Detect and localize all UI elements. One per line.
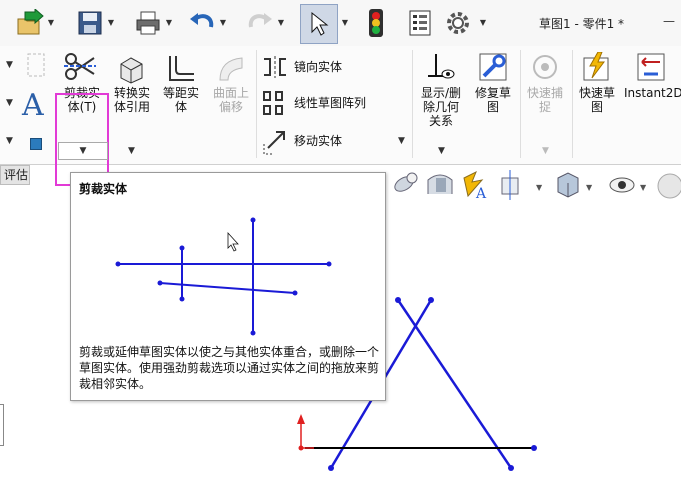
offset-surface-label-line1: 曲面上 <box>212 86 249 100</box>
redo-icon[interactable] <box>244 6 276 40</box>
side-panel-edge <box>0 404 4 446</box>
ribbon-separator <box>520 50 521 158</box>
repair-sketch-line2: 图 <box>486 100 499 114</box>
chevron-down-icon[interactable]: ▼ <box>164 18 174 28</box>
offset-entities-icon[interactable] <box>166 54 196 88</box>
options-icon[interactable] <box>442 6 474 40</box>
sketch-fixed-line[interactable] <box>305 445 537 451</box>
ribbon-separator <box>572 50 573 158</box>
sketch-line[interactable] <box>395 297 514 471</box>
quick-snaps-label[interactable]: 快速捕 捉 <box>522 86 568 114</box>
chevron-down-icon[interactable]: ▼ <box>46 18 56 28</box>
chevron-down-icon[interactable]: ▼ <box>542 146 549 156</box>
display-relations-icon[interactable] <box>424 52 456 88</box>
repair-sketch-line1: 修复草 <box>474 86 511 100</box>
chevron-down-icon[interactable]: ▼ <box>438 146 445 156</box>
chevron-down-icon[interactable]: ▼ <box>218 18 228 28</box>
minimize-button[interactable]: — <box>663 14 675 28</box>
offset-on-surface-label[interactable]: 曲面上 偏移 <box>208 86 254 114</box>
text-icon[interactable]: A <box>22 88 44 123</box>
quick-snaps-icon[interactable] <box>530 52 560 86</box>
repair-sketch-label[interactable]: 修复草 图 <box>470 86 516 114</box>
convert-label-line1: 转换实 <box>113 86 150 100</box>
move-entities-label[interactable]: 移动实体 <box>294 134 342 148</box>
chevron-down-icon[interactable]: ▼ <box>6 98 13 108</box>
select-icon[interactable] <box>300 4 338 44</box>
offset-on-surface-icon[interactable] <box>216 54 246 88</box>
move-entities-icon[interactable] <box>262 130 288 160</box>
rapid-sketch-line2: 图 <box>590 100 603 114</box>
trim-entities-tooltip: 剪裁实体 剪裁或延伸草图实体以使之与其他实体重合，或删除一个草图实体。使用强劲剪… <box>70 172 386 401</box>
chevron-down-icon[interactable]: ▼ <box>478 18 488 28</box>
quick-snaps-line1: 快速捕 <box>526 86 563 100</box>
mirror-entities-label[interactable]: 镜向实体 <box>294 60 342 74</box>
display-relations-line1: 显示/删 <box>420 86 462 100</box>
convert-entities-icon[interactable] <box>116 54 146 88</box>
convert-label-line2: 体引用 <box>113 100 150 114</box>
tooltip-description: 剪裁或延伸草图实体以使之与其他实体重合，或删除一个草图实体。使用强劲剪裁选项以通… <box>79 345 380 391</box>
display-relations-line2: 除几何 <box>422 100 459 114</box>
chevron-down-icon[interactable]: ▼ <box>106 18 116 28</box>
convert-entities-label[interactable]: 转换实 体引用 <box>110 86 154 114</box>
rapid-sketch-icon[interactable] <box>582 51 612 86</box>
rebuild-icon[interactable] <box>360 6 392 40</box>
chevron-down-icon[interactable]: ▼ <box>128 146 135 156</box>
offset-label-line1: 等距实 <box>162 86 199 100</box>
chevron-down-icon[interactable]: ▼ <box>6 136 13 146</box>
offset-entities-label[interactable]: 等距实 体 <box>158 86 204 114</box>
quick-access-toolbar: ▼ ▼ ▼ ▼ ▼ ▼ ▼ 草图1 - 零件1 * — <box>0 0 681 47</box>
ribbon-separator <box>256 50 257 158</box>
display-relations-line3: 关系 <box>428 114 453 128</box>
trim-entities-icon[interactable] <box>62 52 98 88</box>
point-icon[interactable] <box>30 138 42 150</box>
tooltip-title: 剪裁实体 <box>79 182 128 196</box>
file-properties-icon[interactable] <box>404 6 436 40</box>
spline-icon[interactable] <box>26 52 46 82</box>
save-icon[interactable] <box>74 6 106 40</box>
print-icon[interactable] <box>132 6 164 40</box>
ribbon-separator <box>412 50 413 158</box>
instant2d-icon[interactable] <box>636 52 666 86</box>
linear-pattern-icon[interactable] <box>262 90 288 122</box>
chevron-down-icon[interactable]: ▼ <box>340 18 350 28</box>
offset-label-line2: 体 <box>174 100 187 114</box>
mirror-entities-icon[interactable] <box>262 56 288 82</box>
instant2d-label[interactable]: Instant2D <box>624 86 681 100</box>
repair-sketch-icon[interactable] <box>478 52 508 86</box>
linear-pattern-label[interactable]: 线性草图阵列 <box>294 96 366 110</box>
command-ribbon: ▼ ▼ ▼ A 剪裁实 体(T) ▼ 转换实 体引用 ▼ 等距实 体 曲面上 偏… <box>0 46 681 186</box>
undo-icon[interactable] <box>186 6 218 40</box>
chevron-down-icon[interactable]: ▼ <box>6 60 13 70</box>
chevron-down-icon[interactable]: ▼ <box>398 136 405 146</box>
display-relations-label[interactable]: 显示/删 除几何 关系 <box>418 86 464 128</box>
chevron-down-icon[interactable]: ▼ <box>276 18 286 28</box>
rapid-sketch-label[interactable]: 快速草 图 <box>574 86 620 114</box>
offset-surface-label-line2: 偏移 <box>218 100 243 114</box>
quick-snaps-line2: 捉 <box>538 100 551 114</box>
rapid-sketch-line1: 快速草 <box>578 86 615 100</box>
trim-dropdown-button[interactable]: ▼ <box>58 142 108 160</box>
window-title: 草图1 - 零件1 * <box>539 17 625 31</box>
origin-icon <box>297 414 314 451</box>
new-arrow-icon[interactable] <box>14 6 46 40</box>
trim-illustration-icon <box>115 217 332 336</box>
